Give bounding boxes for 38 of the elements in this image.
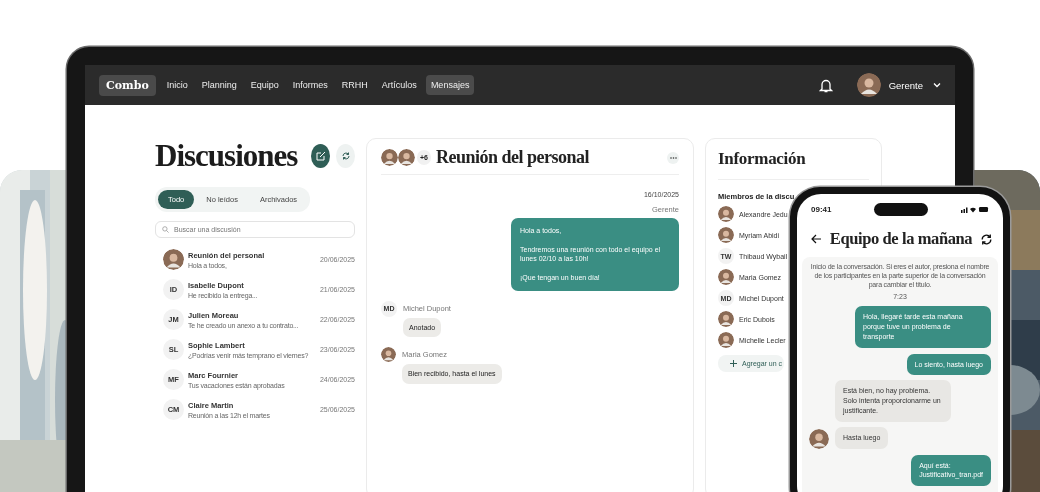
refresh-icon[interactable] [980, 232, 993, 246]
back-arrow-icon[interactable] [811, 234, 822, 244]
nav-item[interactable]: Mensajes [425, 75, 475, 95]
avatar [163, 249, 184, 270]
user-name[interactable]: Gerente [888, 79, 923, 91]
more-button[interactable] [667, 151, 679, 164]
logo[interactable]: Combo [99, 74, 156, 96]
nav-item[interactable]: RRHH [336, 75, 373, 95]
bell-icon[interactable] [818, 77, 833, 93]
nav-item[interactable]: Planning [196, 75, 242, 95]
camera-notch [874, 202, 929, 216]
avatar [718, 269, 734, 285]
avatar [718, 206, 734, 222]
avatar [856, 73, 881, 97]
refresh-icon [340, 151, 351, 161]
nav-item[interactable]: Inicio [161, 75, 193, 95]
chevron-down-icon[interactable] [933, 82, 941, 88]
avatar [718, 332, 734, 348]
nav-item[interactable]: Equipo [245, 75, 284, 95]
avatar [398, 149, 415, 166]
chat-title: Equipo de la mañana [829, 229, 973, 249]
edit-icon [315, 151, 326, 161]
nav-item[interactable]: Informes [287, 75, 333, 95]
avatar [381, 149, 398, 166]
avatar [718, 311, 734, 327]
conversation-title: Reunión del personal [436, 147, 589, 168]
panel-title: Información [718, 149, 807, 169]
status-time: 09:41 [811, 204, 832, 214]
avatar [381, 347, 396, 363]
more-icon [669, 156, 677, 159]
nav-item[interactable]: Artículos [376, 75, 422, 95]
page-title: Discusiones [155, 138, 298, 174]
status-icons [961, 205, 989, 213]
plus-icon [730, 360, 737, 367]
refresh-button[interactable] [336, 144, 355, 168]
compose-button[interactable] [311, 144, 331, 168]
search-icon [162, 226, 169, 233]
avatar [718, 227, 734, 243]
